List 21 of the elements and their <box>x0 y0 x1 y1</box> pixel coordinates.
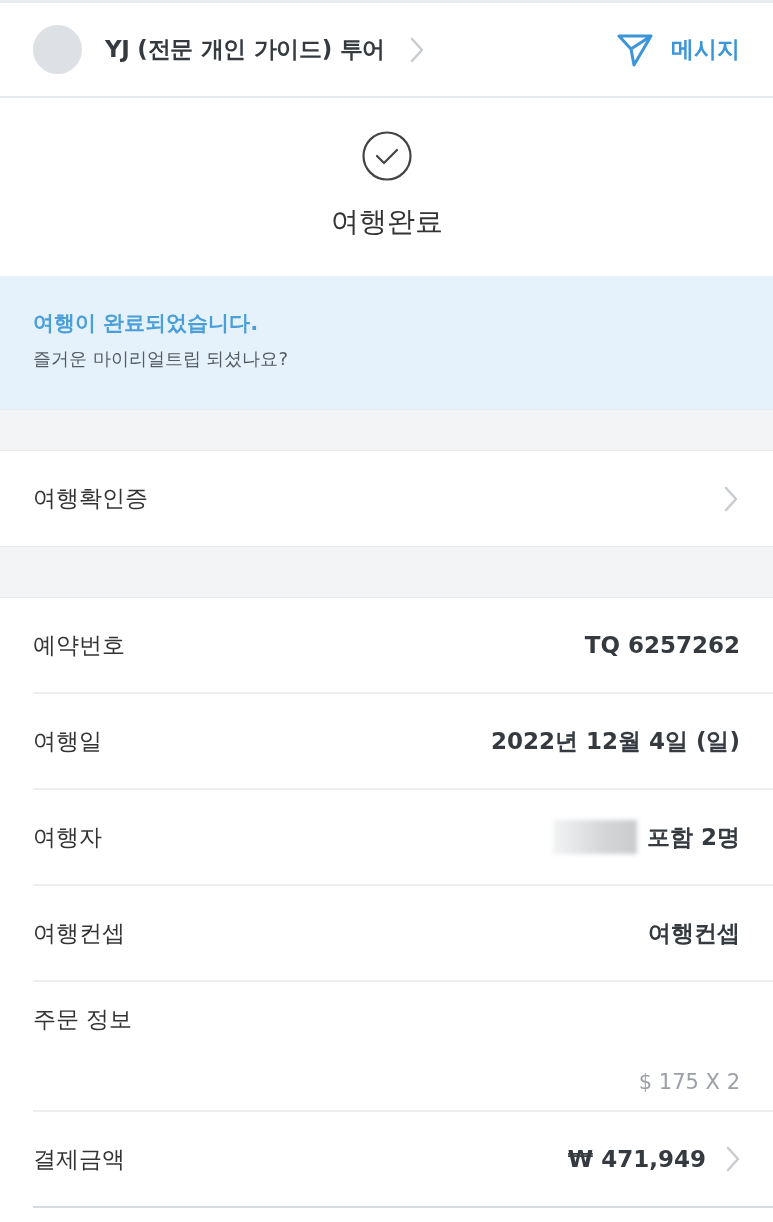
avatar-icon <box>33 25 82 74</box>
detail-label: 여행자 <box>33 822 102 852</box>
chevron-right-icon <box>726 1146 740 1172</box>
detail-value: 여행컨셉 <box>648 918 740 948</box>
status-title: 여행완료 <box>330 204 443 240</box>
detail-label: 여행컨셉 <box>33 918 125 948</box>
notice-headline: 여행이 완료되었습니다. <box>33 310 260 337</box>
notice-subtext: 즐거운 마이리얼트립 되셨나요? <box>33 347 289 372</box>
detail-value: 포함 2명 <box>647 822 740 852</box>
chevron-right-icon <box>724 485 738 512</box>
detail-label: 여행일 <box>33 726 102 756</box>
detail-value: TQ 6257262 <box>584 630 740 660</box>
check-circle-icon <box>361 131 412 181</box>
detail-label: 예약번호 <box>33 630 125 660</box>
detail-value: 2022년 12월 4일 (일) <box>490 726 740 756</box>
chevron-right-icon <box>410 36 425 63</box>
order-price-note: $ 175 X 2 <box>638 1068 740 1096</box>
detail-label: 주문 정보 <box>33 1006 133 1032</box>
guide-title[interactable]: YJ (전문 개인 가이드) 투어 <box>105 32 386 67</box>
detail-label: 결제금액 <box>33 1144 125 1174</box>
payment-amount-link[interactable]: ₩ 471,949 <box>567 1141 740 1177</box>
